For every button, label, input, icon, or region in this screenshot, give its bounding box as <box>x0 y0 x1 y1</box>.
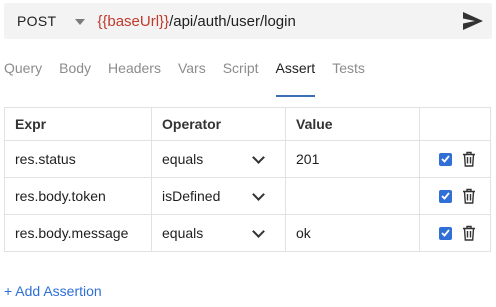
url-input[interactable]: {{baseUrl}}/api/auth/user/login <box>97 13 296 30</box>
header-expr: Expr <box>4 107 152 141</box>
tab-body[interactable]: Body <box>59 60 91 88</box>
value-input[interactable] <box>285 177 420 215</box>
table-row: res.body.message equals ok <box>4 214 491 252</box>
tab-vars[interactable]: Vars <box>178 60 206 88</box>
tab-tests[interactable]: Tests <box>332 60 365 88</box>
operator-select[interactable]: equals <box>151 140 286 178</box>
tab-assert[interactable]: Assert <box>275 60 315 97</box>
add-assertion-button[interactable]: + Add Assertion <box>4 283 102 299</box>
url-variable: {{baseUrl}} <box>97 12 170 30</box>
chevron-down-icon <box>252 187 265 201</box>
chevron-down-icon <box>252 150 265 164</box>
expr-input[interactable]: res.body.message <box>4 214 152 252</box>
trash-icon[interactable] <box>462 188 476 204</box>
trash-icon[interactable] <box>462 151 476 167</box>
table-row: res.body.token isDefined <box>4 177 491 215</box>
request-tabs: Query Body Headers Vars Script Assert Te… <box>4 60 382 97</box>
enabled-checkbox[interactable] <box>439 226 452 240</box>
assertions-table: Expr Operator Value res.status equals 20… <box>4 107 491 252</box>
row-actions <box>419 214 491 252</box>
row-actions <box>419 140 491 178</box>
send-icon[interactable] <box>462 11 484 31</box>
tab-script[interactable]: Script <box>223 60 259 88</box>
expr-input[interactable]: res.status <box>4 140 152 178</box>
header-actions <box>419 107 491 141</box>
enabled-checkbox[interactable] <box>439 189 452 203</box>
enabled-checkbox[interactable] <box>439 152 452 166</box>
tab-query[interactable]: Query <box>4 60 42 88</box>
operator-select[interactable]: isDefined <box>151 177 286 215</box>
url-path: /api/auth/user/login <box>169 12 296 30</box>
operator-label: equals <box>162 151 204 167</box>
chevron-down-icon <box>252 224 265 238</box>
operator-label: isDefined <box>162 188 221 204</box>
table-header-row: Expr Operator Value <box>4 107 491 141</box>
value-input[interactable]: ok <box>285 214 420 252</box>
header-value: Value <box>285 107 420 141</box>
row-actions <box>419 177 491 215</box>
request-url-bar: POST {{baseUrl}}/api/auth/user/login <box>4 3 492 39</box>
method-caret-icon[interactable] <box>75 19 86 25</box>
header-operator: Operator <box>151 107 286 141</box>
trash-icon[interactable] <box>462 225 476 241</box>
value-input[interactable]: 201 <box>285 140 420 178</box>
table-row: res.status equals 201 <box>4 140 491 178</box>
method-select[interactable]: POST <box>17 13 56 29</box>
operator-select[interactable]: equals <box>151 214 286 252</box>
operator-label: equals <box>162 225 204 241</box>
tab-headers[interactable]: Headers <box>108 60 161 88</box>
expr-input[interactable]: res.body.token <box>4 177 152 215</box>
